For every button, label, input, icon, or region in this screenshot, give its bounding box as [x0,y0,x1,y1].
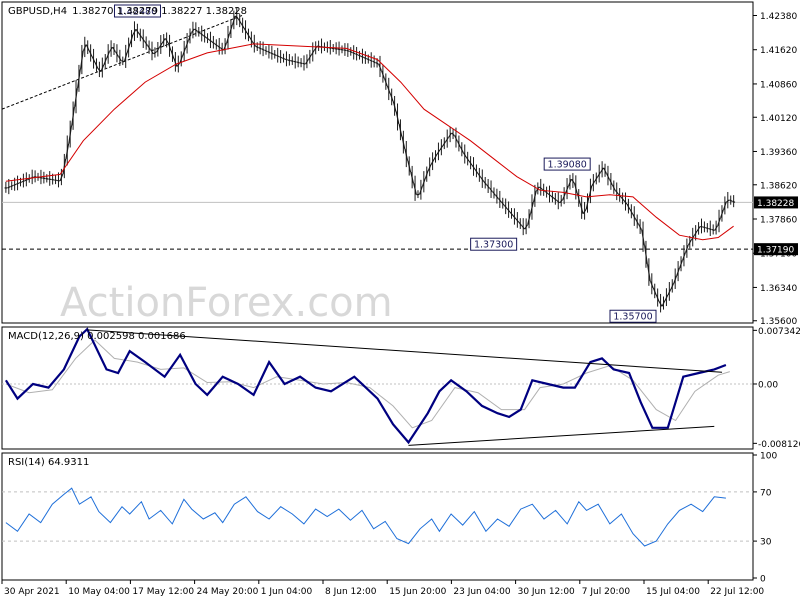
candle-body [290,60,294,63]
price-tick-label: 1.35600 [760,317,797,327]
price-annotation-text: 1.35700 [613,312,652,323]
candle-body [302,62,306,65]
rsi-tick-label: 30 [760,538,772,548]
watermark: ActionForex.com [60,280,393,326]
rsi-tick-label: 70 [760,488,772,498]
price-annotation-text: 1.39080 [548,160,587,171]
x-tick-label: 17 May 12:00 [132,587,194,597]
support-price-label-text: 1.37190 [757,246,794,256]
candle-body [299,62,303,65]
current-price-label-text: 1.38228 [757,199,794,209]
rsi-tick-label: 0 [760,575,766,585]
x-tick-label: 8 Jun 12:00 [325,587,377,597]
price-tick-label: 1.40120 [760,114,797,124]
x-tick-label: 15 Jul 04:00 [646,587,700,597]
x-tick-label: 10 May 04:00 [68,587,130,597]
x-tick-label: 30 Apr 2021 [4,587,60,597]
candle-body [296,61,300,64]
x-tick-label: 23 Jun 04:00 [453,587,510,597]
x-tick-label: 15 Jun 20:00 [389,587,446,597]
x-tick-label: 7 Jul 20:00 [582,587,631,597]
x-tick-label: 24 May 20:00 [197,587,259,597]
price-tick-label: 1.38620 [760,181,797,191]
candle-body [708,228,712,231]
rsi-tick-label: 100 [760,452,777,462]
price-tick-label: 1.41620 [760,46,797,56]
price-tick-label: 1.42380 [760,12,797,22]
chart-canvas: ActionForex.com 1.424801.390801.373001.3… [0,0,800,600]
candle-body [284,58,288,61]
x-tick-label: 1 Jun 04:00 [261,587,313,597]
price-tick-label: 1.40860 [760,80,797,90]
candle-body [346,49,350,52]
macd-tick-label: 0.00 [758,380,778,390]
x-tick-label: 30 Jun 12:00 [518,587,575,597]
macd-tick-label: -0.008126 [758,440,800,450]
x-tick-label: 22 Jul 12:00 [710,587,764,597]
price-tick-label: 1.36340 [760,284,797,294]
candle-body [293,60,297,63]
candle-body [287,59,291,62]
candle-body [711,228,715,231]
price-tick-label: 1.39360 [760,148,797,158]
macd-tick-label: 0.007342 [758,327,800,337]
candle-body [705,227,709,230]
candle-body [702,226,706,229]
price-tick-label: 1.37860 [760,216,797,226]
price-annotation-text: 1.37300 [474,240,513,251]
macd-title: MACD(12,26,9) 0.002598 0.001686 [8,331,186,342]
rsi-title: RSI(14) 64.9311 [8,457,89,468]
symbol-header: GBPUSD,H4 1.38270 1.38279 1.38227 1.38228 [8,6,247,17]
